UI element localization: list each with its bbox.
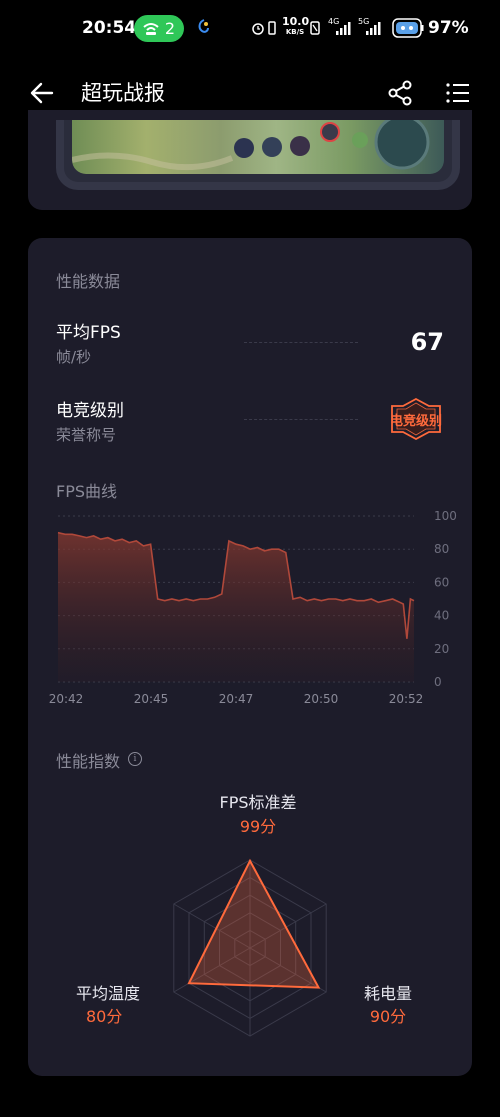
esports-badge[interactable]: 电竞级别: [388, 397, 444, 441]
divider-dots: [244, 419, 358, 420]
game-screenshot-card: [28, 110, 472, 210]
y-tick-label: 100: [434, 509, 457, 523]
avg-fps-label: 平均FPS: [56, 323, 121, 343]
hotspot-pill[interactable]: 2: [134, 15, 184, 42]
x-tick-label: 20:47: [219, 692, 254, 706]
menu-list-icon[interactable]: [444, 79, 472, 107]
esports-level-label: 电竞级别: [56, 401, 124, 421]
network-speed: 10.0 KB/S: [282, 15, 310, 36]
performance-section-title: 性能数据: [56, 272, 121, 291]
back-arrow-icon[interactable]: [28, 79, 56, 107]
alarm-icon: [252, 23, 264, 35]
performance-index-title: 性能指数: [56, 752, 121, 771]
y-tick-label: 60: [434, 575, 449, 589]
x-tick-label: 20:45: [134, 692, 169, 706]
y-tick-label: 80: [434, 542, 449, 556]
esports-level-sub: 荣誉称号: [56, 426, 117, 444]
status-bar: 20:54 2 10.0 KB/S 4G 5G 97%: [0, 0, 500, 58]
avg-fps-value: 67: [410, 328, 444, 356]
y-tick-label: 40: [434, 609, 449, 623]
y-tick-label: 0: [434, 675, 442, 689]
game-scene-decoration: [71, 120, 430, 171]
game-mode-icon: [392, 18, 424, 38]
info-icon[interactable]: i: [128, 752, 142, 766]
vibrate-icon: [268, 21, 276, 35]
assistant-icon: [198, 19, 209, 33]
wifi-hotspot-icon: [143, 22, 159, 35]
share-icon[interactable]: [386, 79, 414, 107]
page-title: 超玩战报: [81, 81, 165, 105]
avg-fps-unit: 帧/秒: [56, 348, 92, 366]
y-tick-label: 20: [434, 642, 449, 656]
signal-icon-1: [336, 22, 351, 35]
performance-radar-chart: [173, 858, 327, 1037]
divider-dots: [244, 342, 358, 343]
nfc-icon: [310, 21, 320, 35]
battery-percent: 97%: [428, 18, 469, 38]
hotspot-count: 2: [164, 19, 176, 38]
game-screenshot-frame[interactable]: [56, 120, 460, 190]
fps-chart: 100 80 60 40 20 0 20:42 20:45 20:47 20:50 20:52: [49, 509, 457, 706]
x-tick-label: 20:50: [304, 692, 339, 706]
game-screenshot-image: [71, 120, 444, 174]
fps-area: [58, 532, 414, 682]
status-time: 20:54: [82, 18, 137, 38]
x-tick-label: 20:52: [389, 692, 424, 706]
signal-icon-2: [366, 22, 381, 35]
performance-card: 性能数据 平均FPS 帧/秒 67 电竞级别 荣誉称号 电竞级别 FPS曲线 1…: [28, 238, 472, 1076]
x-tick-label: 20:42: [49, 692, 84, 706]
esports-badge-text: 电竞级别: [389, 414, 442, 429]
